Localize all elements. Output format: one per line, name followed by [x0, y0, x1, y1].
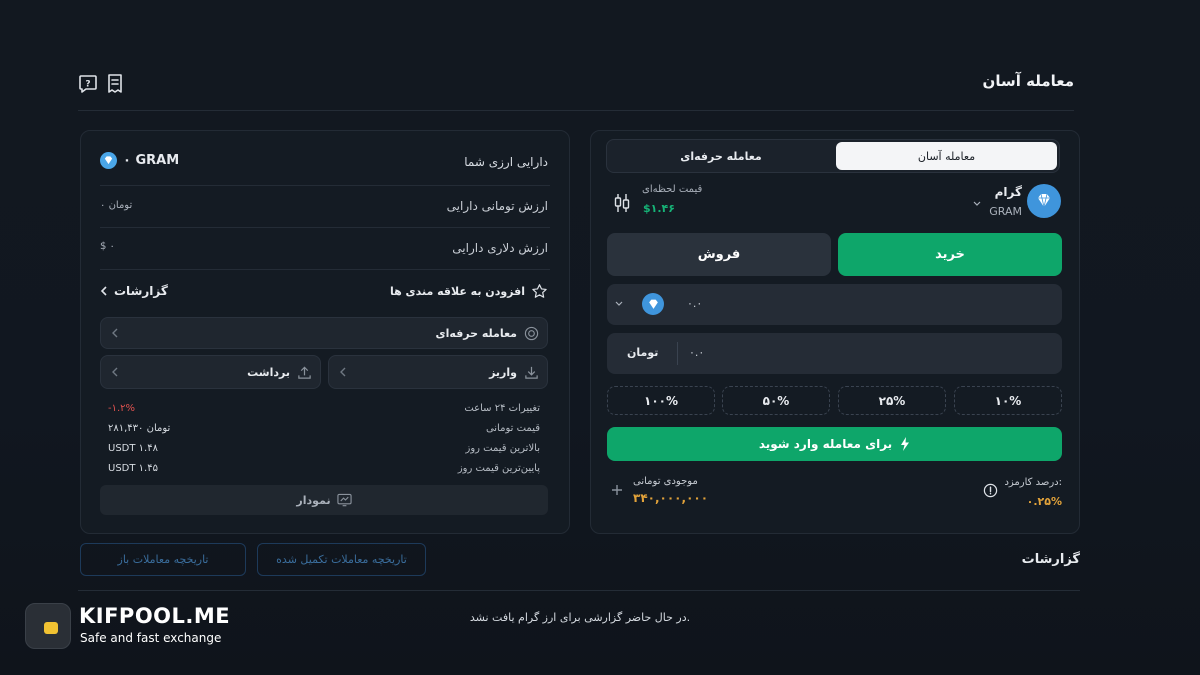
- download-icon: [524, 365, 539, 380]
- gram-balance: ۰ GRAM: [100, 152, 179, 169]
- gram-coin-icon: [1027, 184, 1061, 218]
- login-to-trade-button[interactable]: برای معامله وارد شوید: [607, 427, 1062, 461]
- stat-low-label: پایین‌ترین قیمت روز: [457, 463, 540, 474]
- tab-completed-trades[interactable]: تاریخچه معاملات تکمیل شده: [257, 543, 426, 576]
- stat-toman-price-value: ۲۸۱,۴۳۰ تومان: [108, 423, 171, 434]
- coin-exchange-icon: [524, 326, 539, 341]
- balance-label: موجودی تومانی: [633, 476, 698, 487]
- fee-value: ۰.۲۵%: [1026, 495, 1062, 508]
- reports-link-label: گزارشات: [114, 284, 168, 298]
- login-to-trade-label: برای معامله وارد شوید: [758, 437, 893, 451]
- price-label: قیمت لحظه‌ای: [642, 184, 703, 195]
- toman-field-label: تومان: [627, 346, 659, 359]
- brand-name: KIFPOOL.ME: [79, 604, 231, 628]
- chevron-down-icon[interactable]: [615, 301, 623, 307]
- price-value: $۱.۴۶: [643, 202, 675, 215]
- chevron-left-icon: [111, 328, 119, 338]
- stat-change-value: -۱.۲%: [108, 403, 136, 414]
- fee-label: درصد کارمزد:: [1004, 477, 1062, 488]
- help-chat-icon[interactable]: ?: [78, 74, 98, 94]
- receipt-icon[interactable]: [106, 74, 124, 94]
- coin-selector[interactable]: گرام GRAM: [970, 185, 1022, 219]
- gram-balance-value: ۰ GRAM: [123, 153, 180, 168]
- stat-high-label: بالاترین قیمت روز: [465, 443, 540, 454]
- deposit-button[interactable]: واریز: [328, 355, 548, 389]
- percent-25-button[interactable]: ۲۵%: [838, 386, 946, 415]
- page-title: معامله آسان: [982, 72, 1074, 90]
- percent-100-button[interactable]: ۱۰۰%: [607, 386, 715, 415]
- toman-value: ۰ تومان: [100, 200, 133, 211]
- stat-change-label: تغییرات ۲۴ ساعت: [464, 403, 540, 414]
- info-icon[interactable]: [983, 483, 998, 498]
- brand-tagline: Safe and fast exchange: [80, 631, 222, 645]
- amount-field[interactable]: ۰.۰: [607, 284, 1062, 325]
- reports-link[interactable]: گزارشات: [100, 284, 168, 298]
- chevron-left-icon: [111, 367, 119, 377]
- toman-field-value: ۰.۰: [689, 346, 705, 359]
- sell-button[interactable]: فروش: [607, 233, 831, 276]
- chevron-left-icon: [339, 367, 347, 377]
- balance-value: ۳۴۰,۰۰۰,۰۰۰: [633, 491, 709, 505]
- chevron-left-icon: [100, 286, 108, 296]
- stat-low-value: USDT ۱.۴۵: [108, 463, 158, 474]
- withdraw-button[interactable]: برداشت: [100, 355, 321, 389]
- svg-text:?: ?: [85, 80, 90, 90]
- favorites-label: افزودن به علاقه مندی ها: [389, 285, 525, 298]
- tab-easy-trade[interactable]: معامله آسان: [836, 142, 1057, 170]
- gram-coin-icon: [642, 293, 664, 315]
- dollar-value: $ ۰: [100, 241, 115, 252]
- lightning-icon: [900, 437, 910, 451]
- toman-field[interactable]: تومان ۰.۰: [607, 333, 1062, 374]
- percent-10-button[interactable]: ۱۰%: [954, 386, 1062, 415]
- favorites-button[interactable]: افزودن به علاقه مندی ها: [390, 283, 548, 300]
- candlestick-icon: [613, 193, 631, 213]
- upload-icon: [297, 365, 312, 380]
- amount-value: ۰.۰: [687, 297, 703, 310]
- tab-pro-trade[interactable]: معامله حرفه‌ای: [609, 142, 833, 170]
- star-icon: [531, 283, 548, 300]
- reports-empty-message: در حال حاضر گزارشی برای ارز گرام یافت نش…: [469, 611, 691, 624]
- chart-button[interactable]: نمودار: [100, 485, 548, 515]
- buy-button[interactable]: خرید: [838, 233, 1062, 276]
- chevron-down-icon: [973, 201, 981, 207]
- coin-name: گرام: [994, 185, 1022, 199]
- percent-50-button[interactable]: ۵۰%: [722, 386, 830, 415]
- stat-toman-price-label: قیمت تومانی: [485, 423, 540, 434]
- chart-icon: [336, 493, 352, 507]
- withdraw-label: برداشت: [247, 366, 290, 379]
- tab-open-trades[interactable]: تاریخچه معاملات باز: [80, 543, 246, 576]
- chart-button-label: نمودار: [296, 493, 331, 507]
- reports-title: گزارشات: [1021, 552, 1080, 567]
- pro-trade-button[interactable]: معامله حرفه‌ای: [100, 317, 548, 349]
- gram-coin-icon: [100, 152, 117, 169]
- deposit-label: واریز: [489, 366, 517, 379]
- brand-logo: [25, 603, 71, 649]
- asset-title: دارایی ارزی شما: [464, 155, 548, 169]
- dollar-value-label: ارزش دلاری دارایی: [452, 241, 548, 255]
- toman-field-divider: [677, 342, 678, 365]
- coin-symbol: GRAM: [989, 205, 1022, 218]
- toman-value-label: ارزش تومانی دارایی: [446, 199, 548, 213]
- pro-trade-label: معامله حرفه‌ای: [435, 327, 517, 340]
- brand-logo-mark: [44, 622, 58, 634]
- plus-icon[interactable]: [611, 484, 623, 496]
- stat-high-value: USDT ۱.۴۸: [108, 443, 158, 454]
